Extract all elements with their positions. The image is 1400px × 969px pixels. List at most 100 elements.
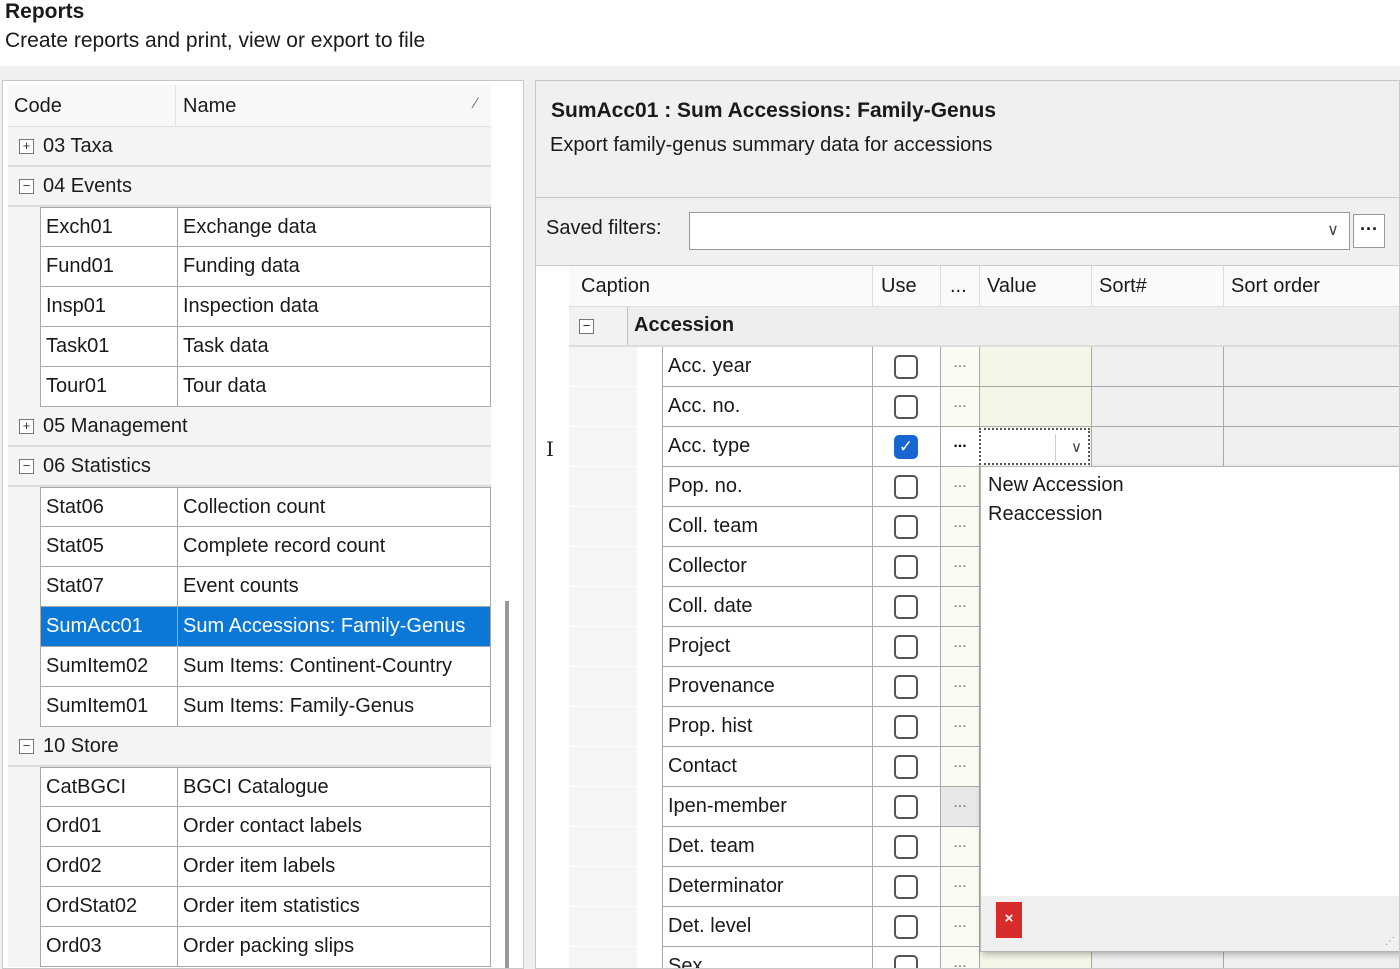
use-checkbox[interactable]: [894, 635, 918, 659]
report-code-cell[interactable]: Task01: [40, 327, 177, 367]
report-row[interactable]: OrdStat02 Order item statistics: [8, 887, 491, 927]
minus-box-icon[interactable]: −: [579, 319, 594, 334]
report-row[interactable]: Ord03 Order packing slips: [8, 927, 491, 967]
filter-options-button[interactable]: ...: [940, 747, 979, 787]
filter-use-cell[interactable]: [872, 707, 940, 747]
filter-sort-order-cell[interactable]: [1223, 347, 1399, 387]
report-group-row[interactable]: −06 Statistics: [8, 447, 491, 487]
filter-sort-order-cell[interactable]: [1223, 387, 1399, 427]
column-divider[interactable]: [872, 266, 873, 307]
filter-options-button[interactable]: ...: [940, 787, 979, 827]
report-code-cell[interactable]: Insp01: [40, 287, 177, 327]
chevron-down-icon[interactable]: ∨: [1318, 214, 1348, 248]
report-list-scrollbar[interactable]: [505, 601, 509, 968]
filter-use-cell[interactable]: [872, 587, 940, 627]
use-checkbox[interactable]: [894, 915, 918, 939]
report-group-row[interactable]: +05 Management: [8, 407, 491, 447]
use-checkbox[interactable]: [894, 675, 918, 699]
filter-use-cell[interactable]: [872, 907, 940, 947]
filter-value-cell[interactable]: [979, 347, 1091, 387]
column-divider[interactable]: [940, 266, 941, 307]
report-row[interactable]: Stat06 Collection count: [8, 487, 491, 527]
report-name-cell[interactable]: Sum Accessions: Family-Genus: [177, 607, 491, 647]
column-divider[interactable]: [175, 85, 176, 127]
filter-use-cell[interactable]: [872, 667, 940, 707]
dropdown-option[interactable]: Reaccession: [988, 503, 1103, 526]
report-code-cell[interactable]: Fund01: [40, 247, 177, 287]
report-code-cell[interactable]: Ord03: [40, 927, 177, 967]
report-code-cell[interactable]: Stat07: [40, 567, 177, 607]
report-row[interactable]: Exch01 Exchange data: [8, 207, 491, 247]
chevron-down-icon[interactable]: ∨: [1071, 438, 1082, 456]
use-checkbox[interactable]: [894, 715, 918, 739]
filter-use-cell[interactable]: [872, 827, 940, 867]
report-name-cell[interactable]: Order contact labels: [177, 807, 491, 847]
filter-use-cell[interactable]: [872, 467, 940, 507]
report-group-row[interactable]: −10 Store: [8, 727, 491, 767]
filter-use-cell[interactable]: [872, 347, 940, 387]
filter-options-button[interactable]: ...: [940, 387, 979, 427]
filter-use-cell[interactable]: [872, 507, 940, 547]
use-checkbox[interactable]: [894, 395, 918, 419]
report-name-cell[interactable]: Exchange data: [177, 207, 491, 247]
saved-filters-select[interactable]: [689, 212, 1350, 250]
report-name-cell[interactable]: Complete record count: [177, 527, 491, 567]
filter-use-cell[interactable]: [872, 547, 940, 587]
use-checkbox[interactable]: [894, 355, 918, 379]
column-header-value[interactable]: Value: [987, 275, 1037, 298]
column-header-code[interactable]: Code: [14, 95, 62, 118]
filter-use-cell[interactable]: ✓: [872, 427, 940, 467]
report-code-cell[interactable]: Ord01: [40, 807, 177, 847]
column-divider[interactable]: [1223, 266, 1224, 307]
filter-use-cell[interactable]: [872, 947, 940, 968]
filter-group-row[interactable]: − Accession: [569, 307, 1399, 347]
filter-options-button[interactable]: ...: [940, 707, 979, 747]
report-row[interactable]: Ord02 Order item labels: [8, 847, 491, 887]
report-group-row[interactable]: −04 Events: [8, 167, 491, 207]
filter-options-button[interactable]: ...: [940, 467, 979, 507]
filter-row[interactable]: Acc. no....: [569, 387, 1399, 427]
plus-box-icon[interactable]: +: [19, 139, 34, 154]
report-row[interactable]: Insp01 Inspection data: [8, 287, 491, 327]
report-row-selected[interactable]: SumAcc01 Sum Accessions: Family-Genus: [8, 607, 491, 647]
dropdown-option[interactable]: New Accession: [988, 474, 1124, 497]
column-header-caption[interactable]: Caption: [581, 275, 650, 298]
use-checkbox[interactable]: [894, 515, 918, 539]
report-name-cell[interactable]: Event counts: [177, 567, 491, 607]
filter-options-button[interactable]: ...: [940, 907, 979, 947]
use-checkbox[interactable]: [894, 555, 918, 579]
filter-options-button[interactable]: ...: [940, 667, 979, 707]
report-code-cell[interactable]: Stat05: [40, 527, 177, 567]
report-name-cell[interactable]: Collection count: [177, 487, 491, 527]
report-name-cell[interactable]: Inspection data: [177, 287, 491, 327]
use-checkbox[interactable]: [894, 955, 918, 968]
value-dropdown-editor[interactable]: ∨: [979, 428, 1090, 465]
filter-sort-order-cell[interactable]: [1223, 427, 1399, 467]
report-code-cell[interactable]: Stat06: [40, 487, 177, 527]
report-row[interactable]: SumItem02 Sum Items: Continent-Country: [8, 647, 491, 687]
column-header-name[interactable]: Name: [183, 95, 236, 118]
filter-options-button[interactable]: ...: [940, 347, 979, 387]
filter-row[interactable]: Acc. year...: [569, 347, 1399, 387]
filter-options-button[interactable]: ...: [940, 627, 979, 667]
column-header-dots[interactable]: ...: [950, 275, 967, 298]
report-code-cell[interactable]: OrdStat02: [40, 887, 177, 927]
minus-box-icon[interactable]: −: [19, 179, 34, 194]
filter-value-cell[interactable]: [979, 387, 1091, 427]
use-checkbox[interactable]: [894, 595, 918, 619]
filter-options-button[interactable]: ...: [940, 507, 979, 547]
report-code-cell[interactable]: Exch01: [40, 207, 177, 247]
resize-grip-icon[interactable]: ⋰: [1385, 936, 1395, 947]
use-checkbox[interactable]: [894, 875, 918, 899]
report-code-cell[interactable]: SumItem01: [40, 687, 177, 727]
report-name-cell[interactable]: Sum Items: Family-Genus: [177, 687, 491, 727]
filter-options-button[interactable]: ...: [940, 827, 979, 867]
report-row[interactable]: Fund01 Funding data: [8, 247, 491, 287]
filter-options-button[interactable]: ...: [940, 947, 979, 968]
use-checkbox[interactable]: ✓: [894, 435, 918, 459]
minus-box-icon[interactable]: −: [19, 739, 34, 754]
use-checkbox[interactable]: [894, 795, 918, 819]
report-name-cell[interactable]: Sum Items: Continent-Country: [177, 647, 491, 687]
report-name-cell[interactable]: BGCI Catalogue: [177, 767, 491, 807]
use-checkbox[interactable]: [894, 755, 918, 779]
